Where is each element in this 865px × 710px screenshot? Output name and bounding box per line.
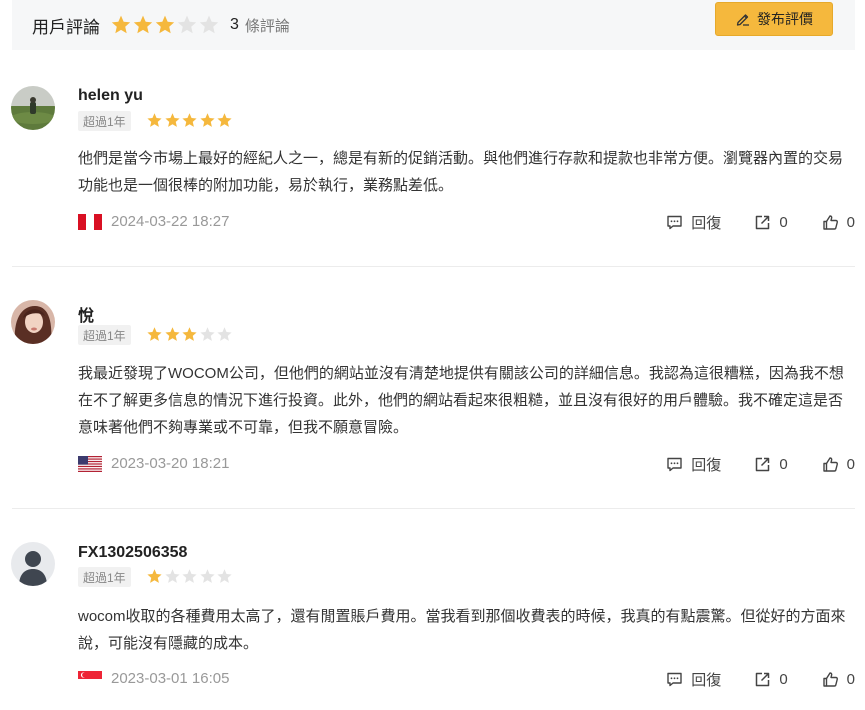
star-filled-icon	[199, 113, 215, 127]
review-rating-stars	[146, 112, 234, 129]
review-actions: 回復 0 0	[666, 669, 855, 689]
star-empty-icon	[182, 569, 197, 583]
star-empty-icon	[199, 15, 219, 34]
share-button[interactable]: 0	[754, 670, 788, 688]
thumbs-up-icon	[822, 214, 838, 230]
star-filled-icon	[147, 569, 162, 583]
like-button[interactable]: 0	[822, 671, 855, 688]
reply-button[interactable]: 回復	[666, 669, 721, 690]
star-empty-icon	[177, 15, 197, 34]
share-button[interactable]: 0	[754, 213, 788, 231]
avatar[interactable]	[11, 86, 55, 130]
share-icon	[756, 672, 770, 686]
post-review-button[interactable]: 發布評價	[715, 2, 833, 36]
divider	[12, 266, 855, 267]
star-filled-icon	[164, 327, 180, 341]
overall-rating-stars	[110, 14, 220, 36]
member-tenure-badge: 超過1年	[78, 567, 131, 587]
star-empty-icon	[217, 569, 232, 583]
reply-button[interactable]: 回復	[666, 212, 721, 233]
divider	[12, 508, 855, 509]
share-button[interactable]: 0	[754, 455, 788, 473]
post-review-label: 發布評價	[757, 11, 813, 27]
star-empty-icon	[199, 327, 215, 341]
star-filled-icon	[182, 327, 197, 341]
review-date: 2023-03-20 18:21	[111, 455, 230, 472]
star-filled-icon	[155, 15, 175, 34]
star-filled-icon	[111, 15, 131, 34]
review-username: FX1302506358	[78, 544, 188, 561]
comment-icon	[667, 215, 682, 229]
review-username: 悅	[78, 308, 95, 325]
star-empty-icon	[199, 569, 215, 583]
share-icon	[756, 457, 770, 471]
like-button[interactable]: 0	[822, 456, 855, 473]
review-rating-stars	[146, 326, 234, 343]
comment-icon	[667, 672, 682, 686]
member-tenure-badge: 超過1年	[78, 325, 131, 345]
star-filled-icon	[217, 113, 232, 127]
review-count: 3	[230, 16, 239, 33]
member-tenure-badge: 超過1年	[78, 111, 131, 131]
review-actions: 回復 0 0	[666, 454, 855, 474]
avatar[interactable]	[11, 300, 55, 344]
reviews-header: 用戶評論 3 條評論 發布評價	[12, 0, 855, 50]
star-empty-icon	[217, 327, 232, 341]
review-content: wocom收取的各種費用太高了，還有閒置賬戶費用。當我看到那個收費表的時候，我真…	[78, 608, 846, 652]
review-count-label: 條評論	[244, 17, 290, 35]
review-meta: 2023-03-01 16:05 回復 0 0	[78, 669, 855, 689]
reply-button[interactable]: 回復	[666, 454, 721, 475]
usa-flag-icon	[78, 456, 102, 472]
share-count: 0	[779, 455, 788, 473]
star-filled-icon	[147, 113, 162, 127]
share-icon	[756, 215, 770, 229]
star-empty-icon	[164, 569, 180, 583]
thumbs-up-icon	[822, 671, 838, 687]
review-actions: 回復 0 0	[666, 212, 855, 232]
reply-label: 回復	[691, 214, 722, 232]
share-count: 0	[779, 213, 788, 231]
review-date: 2023-03-01 16:05	[111, 670, 230, 687]
review-rating-stars	[146, 568, 234, 585]
share-count: 0	[779, 670, 788, 688]
singapore-flag-icon	[78, 671, 102, 687]
review-meta: 2023-03-20 18:21 回復 0 0	[78, 454, 855, 474]
star-filled-icon	[133, 15, 153, 34]
default-avatar-icon[interactable]	[11, 542, 55, 586]
review-meta: 2024-03-22 18:27 回復 0 0	[78, 212, 855, 232]
star-filled-icon	[182, 113, 197, 127]
review-content: 我最近發現了WOCOM公司，但他們的網站並沒有清楚地提供有關該公司的詳細信息。我…	[78, 365, 844, 436]
review-date: 2024-03-22 18:27	[111, 213, 230, 230]
star-filled-icon	[164, 113, 180, 127]
like-button[interactable]: 0	[822, 214, 855, 231]
reply-label: 回復	[691, 456, 722, 474]
comment-icon	[667, 457, 682, 471]
peru-flag-icon	[78, 214, 102, 230]
reviews-title: 用戶評論	[32, 17, 100, 37]
star-filled-icon	[147, 327, 162, 341]
edit-icon	[736, 14, 749, 26]
review-content: 他們是當今市場上最好的經紀人之一，總是有新的促銷活動。與他們進行存款和提款也非常…	[78, 150, 844, 194]
like-count: 0	[846, 670, 855, 688]
review-username: helen yu	[78, 87, 143, 104]
thumbs-up-icon	[822, 456, 838, 472]
like-count: 0	[846, 455, 855, 473]
reply-label: 回復	[691, 671, 722, 689]
like-count: 0	[846, 213, 855, 231]
